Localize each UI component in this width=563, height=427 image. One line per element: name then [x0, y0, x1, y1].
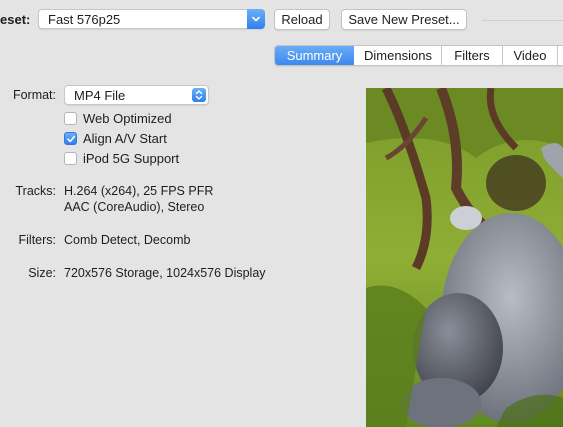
filters-label: Filters:	[18, 233, 57, 247]
checkbox-unchecked-icon	[64, 152, 77, 165]
checkbox-unchecked-icon	[64, 112, 77, 125]
tab-summary[interactable]: Summary	[275, 46, 354, 65]
tab-divider	[557, 46, 558, 65]
format-select-value: MP4 File	[74, 88, 126, 103]
ipod-5g-support-label: iPod 5G Support	[83, 151, 180, 166]
tab-dimensions[interactable]: Dimensions	[355, 46, 441, 65]
filters-value: Comb Detect, Decomb	[64, 233, 191, 247]
preview-frame-image	[366, 88, 563, 427]
tracks-video-value: H.264 (x264), 25 FPS PFR	[64, 184, 214, 198]
up-down-stepper-icon	[192, 88, 206, 102]
web-optimized-label: Web Optimized	[83, 111, 172, 126]
toolbar: eset: Fast 576p25 Reload Save New Preset…	[0, 0, 563, 40]
preset-select-value: Fast 576p25	[48, 12, 121, 27]
video-preview	[366, 88, 563, 427]
tracks-audio-value: AAC (CoreAudio), Stereo	[64, 200, 205, 214]
preset-select[interactable]: Fast 576p25	[38, 9, 265, 29]
preset-label: eset:	[0, 12, 31, 27]
toolbar-divider	[482, 20, 563, 21]
size-value: 720x576 Storage, 1024x576 Display	[64, 266, 266, 280]
checkmark-icon	[64, 132, 77, 145]
tracks-label: Tracks:	[15, 184, 56, 198]
tab-video[interactable]: Video	[503, 46, 557, 65]
reload-button[interactable]: Reload	[274, 9, 330, 30]
format-label: Format:	[12, 88, 56, 102]
tab-filters[interactable]: Filters	[442, 46, 502, 65]
align-av-start-label: Align A/V Start	[83, 131, 167, 146]
format-select[interactable]: MP4 File	[64, 85, 209, 105]
chevron-down-icon	[247, 9, 265, 29]
tab-bar: Summary Dimensions Filters Video	[274, 45, 563, 66]
size-label: Size:	[28, 266, 56, 280]
save-new-preset-button[interactable]: Save New Preset...	[341, 9, 467, 30]
